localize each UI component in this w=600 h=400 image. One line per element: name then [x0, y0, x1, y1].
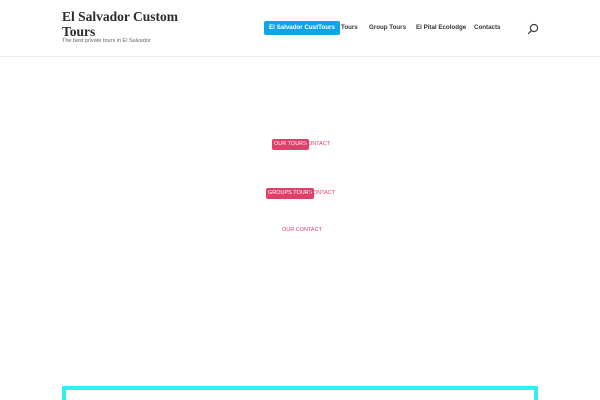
our-contact-link[interactable]: OUR CONTACT — [282, 225, 322, 236]
site-header: El Salvador Custom Tours The best privat… — [0, 0, 600, 57]
site-title[interactable]: El Salvador Custom Tours — [62, 9, 202, 39]
nav-item-el-pital-ecolodge[interactable]: El Pital Ecolodge — [416, 21, 466, 35]
site-tagline: The best private tours in El Salvador — [62, 38, 151, 44]
nav-item-tours[interactable]: Tours — [341, 21, 358, 35]
footer-box — [62, 386, 538, 400]
nav-item-contacts[interactable]: Contacts — [474, 21, 500, 35]
search-icon[interactable] — [527, 22, 539, 35]
groups-tours-button[interactable]: GROUPS TOURS — [266, 188, 315, 199]
contact-link-2[interactable]: CONTACT — [309, 188, 335, 199]
contact-link-1[interactable]: CONTACT — [304, 139, 330, 150]
nav-item-el-salvador-custtours[interactable]: El Salvador CustTours — [264, 21, 340, 35]
nav-item-group-tours[interactable]: Group Tours — [369, 21, 406, 35]
